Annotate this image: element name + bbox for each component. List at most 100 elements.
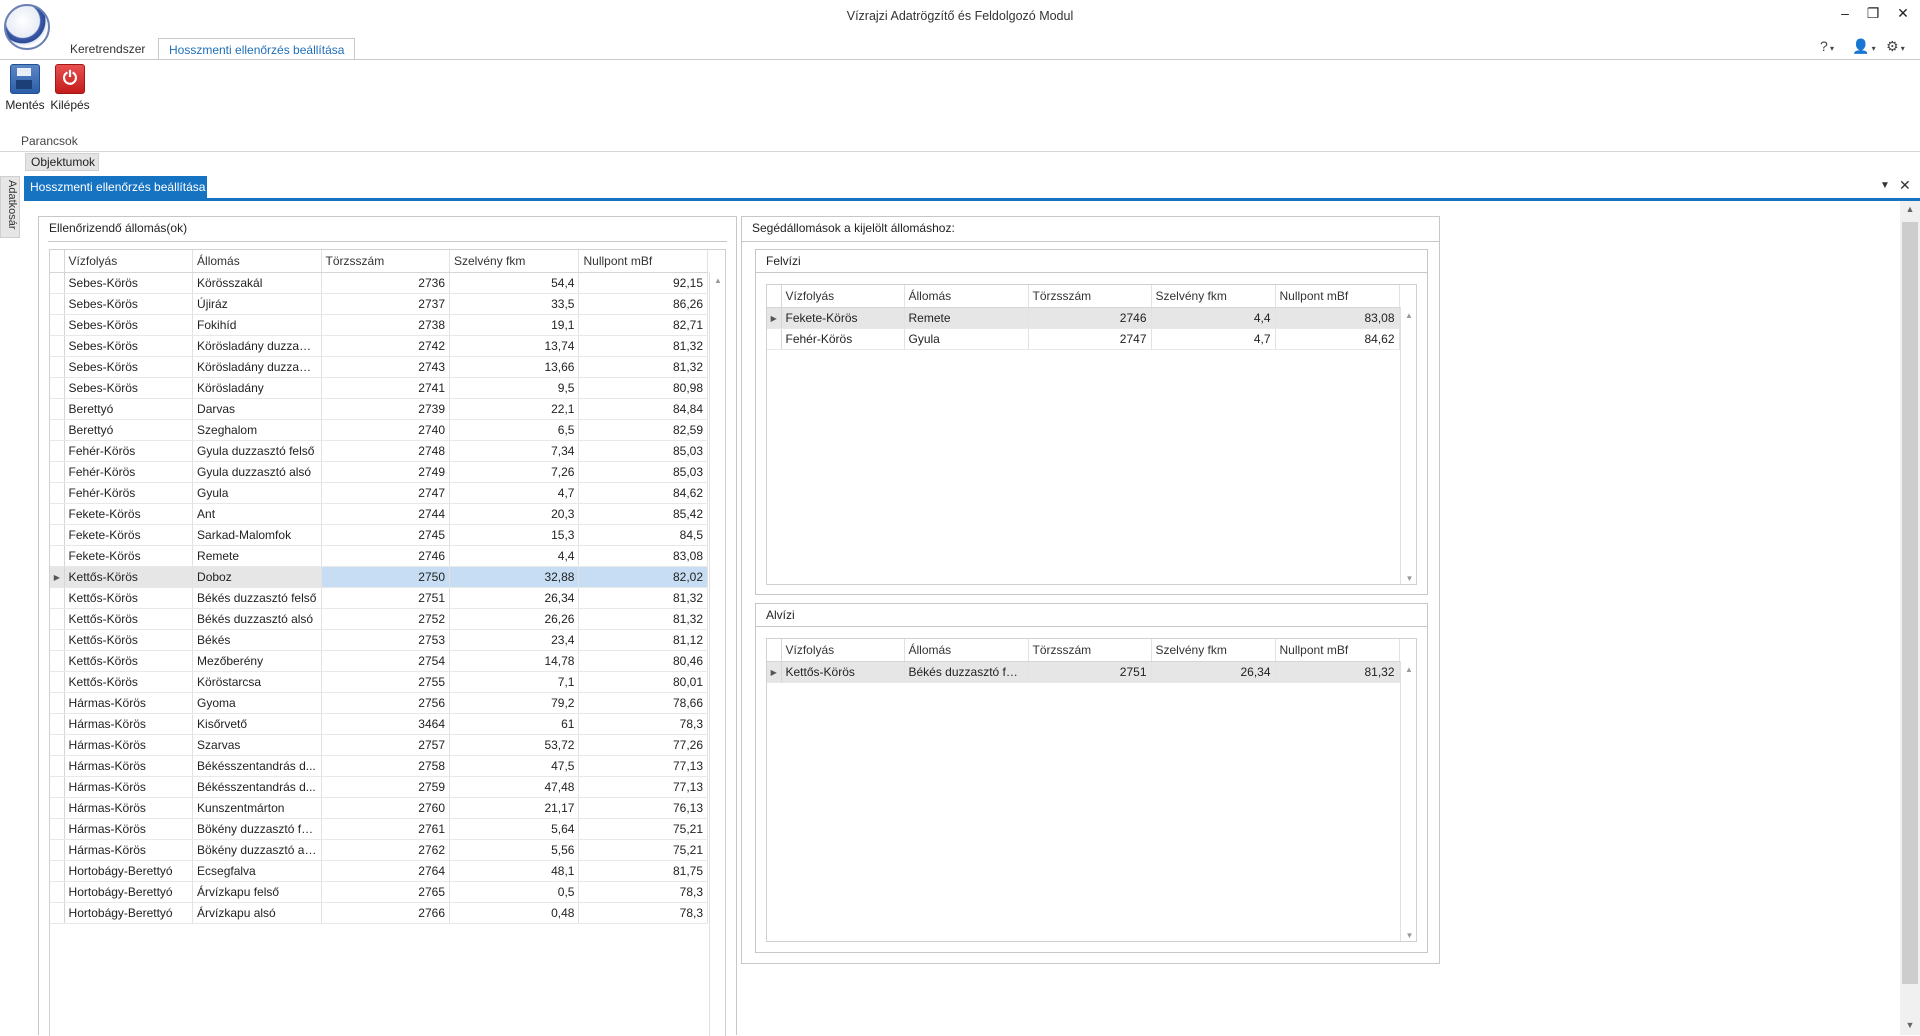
restore-icon[interactable]: ❐ bbox=[1860, 3, 1886, 23]
row-indicator[interactable] bbox=[50, 839, 65, 861]
cell-watercourse[interactable]: Kettős-Körös bbox=[64, 587, 194, 609]
cell-chainage[interactable]: 6,5 bbox=[449, 419, 580, 441]
cell-station-number[interactable]: 2739 bbox=[321, 398, 451, 420]
scroll-up-icon[interactable]: ▲ bbox=[1900, 204, 1920, 214]
row-indicator[interactable] bbox=[50, 713, 65, 735]
table-row[interactable]: Hármas-Körös Gyoma 2756 79,2 78,66 bbox=[50, 692, 708, 714]
cell-station-number[interactable]: 2738 bbox=[321, 314, 451, 336]
cell-chainage[interactable]: 20,3 bbox=[449, 503, 580, 525]
row-indicator[interactable] bbox=[50, 608, 65, 630]
column-header[interactable]: Vízfolyás bbox=[781, 639, 905, 662]
row-indicator[interactable] bbox=[50, 797, 65, 819]
cell-gauge-zero[interactable]: 81,32 bbox=[578, 335, 708, 357]
cell-watercourse[interactable]: Sebes-Körös bbox=[64, 272, 194, 294]
cell-station-number[interactable]: 2757 bbox=[321, 734, 451, 756]
cell-watercourse[interactable]: Kettős-Körös bbox=[64, 650, 194, 672]
table-row[interactable]: Sebes-Körös Körösladány duzzasz... 2743 13,… bbox=[50, 356, 708, 378]
grid-scrollbar[interactable]: ▲ ▼ bbox=[1400, 661, 1416, 941]
help-icon[interactable]: ? ▾ bbox=[1820, 38, 1834, 54]
table-row[interactable]: Hármas-Körös Kunszentmárton 2760 21,17 76,13 bbox=[50, 797, 708, 819]
column-header[interactable]: Vízfolyás bbox=[64, 250, 194, 273]
cell-station-number[interactable]: 2747 bbox=[321, 482, 451, 504]
cell-watercourse[interactable]: Hortobágy-Berettyó bbox=[64, 860, 194, 882]
cell-station-number[interactable]: 2751 bbox=[1028, 661, 1152, 683]
cell-station[interactable]: Ant bbox=[192, 503, 322, 525]
cell-station[interactable]: Szeghalom bbox=[192, 419, 322, 441]
cell-station[interactable]: Körösladány duzzasz... bbox=[192, 335, 322, 357]
grid-scroll-down-icon[interactable]: ▼ bbox=[1401, 931, 1416, 940]
cell-station-number[interactable]: 2759 bbox=[321, 776, 451, 798]
table-row[interactable]: Hármas-Körös Békésszentandrás d... 2759 47,… bbox=[50, 776, 708, 798]
cell-watercourse[interactable]: Berettyó bbox=[64, 398, 194, 420]
cell-watercourse[interactable]: Sebes-Körös bbox=[64, 314, 194, 336]
row-indicator[interactable] bbox=[50, 692, 65, 714]
cell-chainage[interactable]: 19,1 bbox=[449, 314, 580, 336]
cell-chainage[interactable]: 61 bbox=[449, 713, 580, 735]
row-indicator[interactable] bbox=[50, 650, 65, 672]
cell-gauge-zero[interactable]: 78,3 bbox=[578, 881, 708, 903]
table-row[interactable]: ▶ Fekete-Körös Remete 2746 4,4 83,08 bbox=[767, 307, 1400, 329]
document-tab[interactable]: Hosszmenti ellenőrzés beállítása bbox=[24, 176, 207, 198]
cell-station[interactable]: Köröstarcsa bbox=[192, 671, 322, 693]
row-indicator[interactable] bbox=[50, 440, 65, 462]
row-indicator[interactable] bbox=[50, 293, 65, 315]
cell-station-number[interactable]: 2756 bbox=[321, 692, 451, 714]
column-header[interactable]: Nullpont mBf bbox=[578, 250, 708, 273]
cell-station-number[interactable]: 2754 bbox=[321, 650, 451, 672]
cell-chainage[interactable]: 54,4 bbox=[449, 272, 580, 294]
cell-gauge-zero[interactable]: 81,32 bbox=[578, 608, 708, 630]
row-indicator[interactable] bbox=[50, 776, 65, 798]
cell-chainage[interactable]: 79,2 bbox=[449, 692, 580, 714]
cell-station-number[interactable]: 2741 bbox=[321, 377, 451, 399]
cell-gauge-zero[interactable]: 85,03 bbox=[578, 440, 708, 462]
column-header[interactable]: Törzsszám bbox=[1028, 639, 1152, 662]
row-indicator[interactable] bbox=[767, 328, 782, 350]
table-row[interactable]: Fehér-Körös Gyula 2747 4,7 84,62 bbox=[50, 482, 708, 504]
cell-watercourse[interactable]: Kettős-Körös bbox=[64, 608, 194, 630]
cell-station[interactable]: Bökény duzzasztó alsó bbox=[192, 839, 322, 861]
monitored-stations-table[interactable]: Vízfolyás Állomás Törzsszám Szelvény fkm… bbox=[50, 250, 708, 924]
cell-station-number[interactable]: 2746 bbox=[321, 545, 451, 567]
cell-gauge-zero[interactable]: 80,01 bbox=[578, 671, 708, 693]
cell-station-number[interactable]: 2765 bbox=[321, 881, 451, 903]
cell-station-number[interactable]: 2744 bbox=[321, 503, 451, 525]
cell-watercourse[interactable]: Kettős-Körös bbox=[781, 661, 905, 683]
table-row[interactable]: Berettyó Szeghalom 2740 6,5 82,59 bbox=[50, 419, 708, 441]
cell-station[interactable]: Békés duzzasztó felső bbox=[192, 587, 322, 609]
cell-station[interactable]: Gyula duzzasztó felső bbox=[192, 440, 322, 462]
cell-station[interactable]: Sarkad-Malomfok bbox=[192, 524, 322, 546]
row-indicator[interactable] bbox=[50, 314, 65, 336]
cell-watercourse[interactable]: Sebes-Körös bbox=[64, 377, 194, 399]
table-row[interactable]: Kettős-Körös Békés duzzasztó alsó 2752 26,2… bbox=[50, 608, 708, 630]
cell-station-number[interactable]: 2737 bbox=[321, 293, 451, 315]
cell-station-number[interactable]: 2746 bbox=[1028, 307, 1152, 329]
cell-station-number[interactable]: 2749 bbox=[321, 461, 451, 483]
column-header[interactable]: Nullpont mBf bbox=[1275, 639, 1400, 662]
cell-chainage[interactable]: 47,48 bbox=[449, 776, 580, 798]
cell-gauge-zero[interactable]: 84,5 bbox=[578, 524, 708, 546]
cell-chainage[interactable]: 7,1 bbox=[449, 671, 580, 693]
table-row[interactable]: Fehér-Körös Gyula duzzasztó alsó 2749 7,26 8… bbox=[50, 461, 708, 483]
user-icon[interactable]: 👤 ▾ bbox=[1852, 38, 1876, 55]
cell-station-number[interactable]: 2740 bbox=[321, 419, 451, 441]
cell-chainage[interactable]: 26,34 bbox=[449, 587, 580, 609]
upstream-grid[interactable]: Vízfolyás Állomás Törzsszám Szelvény fkm… bbox=[766, 284, 1417, 585]
row-indicator[interactable] bbox=[50, 524, 65, 546]
cell-station-number[interactable]: 2760 bbox=[321, 797, 451, 819]
cell-chainage[interactable]: 33,5 bbox=[449, 293, 580, 315]
cell-chainage[interactable]: 0,5 bbox=[449, 881, 580, 903]
row-indicator[interactable] bbox=[50, 545, 65, 567]
cell-station-number[interactable]: 2753 bbox=[321, 629, 451, 651]
cell-station[interactable]: Újiráz bbox=[192, 293, 322, 315]
cell-gauge-zero[interactable]: 82,71 bbox=[578, 314, 708, 336]
vertical-scrollbar-thumb[interactable] bbox=[1902, 222, 1918, 984]
cell-chainage[interactable]: 53,72 bbox=[449, 734, 580, 756]
cell-station-number[interactable]: 2743 bbox=[321, 356, 451, 378]
table-row[interactable]: Hármas-Körös Szarvas 2757 53,72 77,26 bbox=[50, 734, 708, 756]
cell-watercourse[interactable]: Fekete-Körös bbox=[781, 307, 905, 329]
cell-station[interactable]: Körösszakál bbox=[192, 272, 322, 294]
grid-scroll-up-icon[interactable]: ▲ bbox=[1401, 665, 1416, 674]
cell-station[interactable]: Békés bbox=[192, 629, 322, 651]
table-row[interactable]: Kettős-Körös Köröstarcsa 2755 7,1 80,01 bbox=[50, 671, 708, 693]
minimize-icon[interactable]: – bbox=[1832, 3, 1858, 23]
